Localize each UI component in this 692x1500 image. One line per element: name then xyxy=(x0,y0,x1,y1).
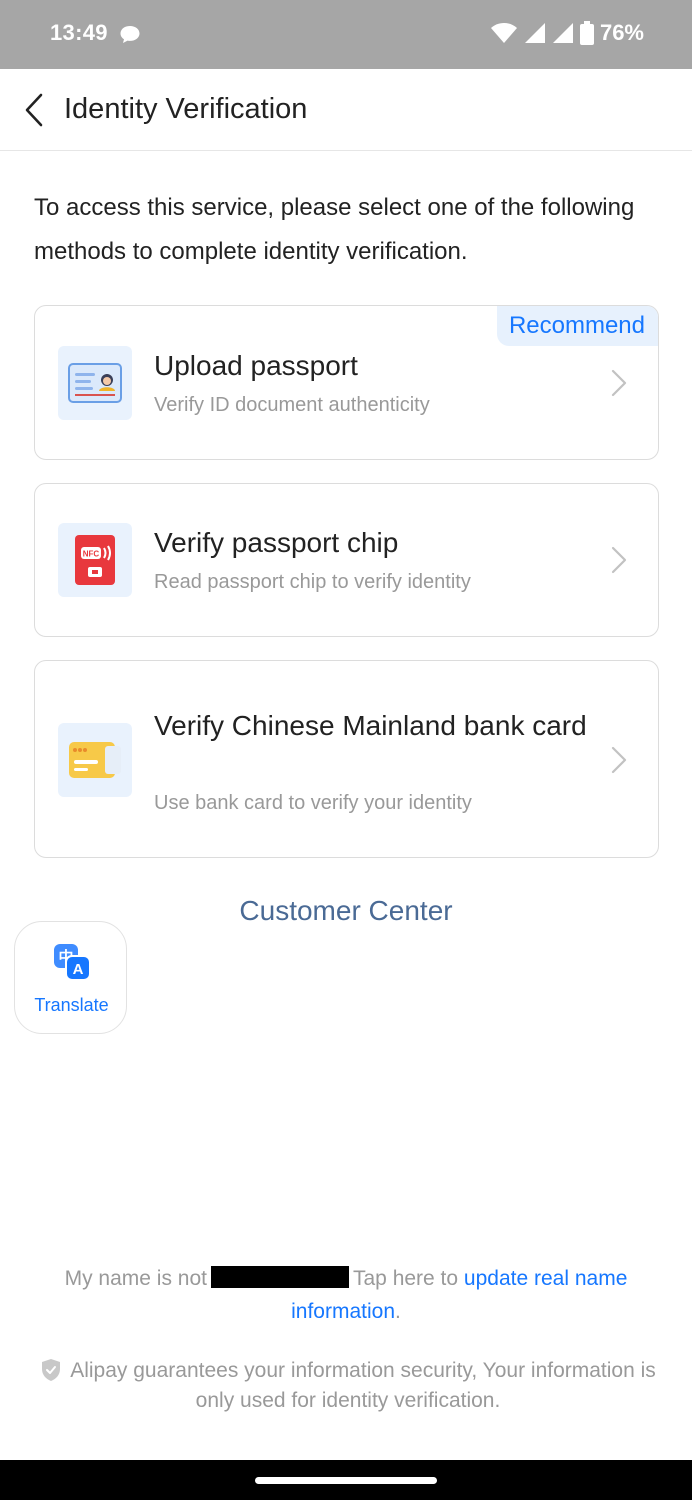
redacted-name xyxy=(211,1266,349,1288)
chevron-right-icon xyxy=(611,746,627,774)
chevron-left-icon xyxy=(25,93,43,127)
signal-icon xyxy=(524,23,545,43)
name-note-middle: Tap here to xyxy=(353,1267,459,1290)
id-card-icon xyxy=(58,346,132,420)
signal-icon xyxy=(552,23,573,43)
bank-card-icon xyxy=(58,723,132,797)
translate-icon: 中 A xyxy=(54,944,91,981)
intro-text: To access this service, please select on… xyxy=(34,194,635,265)
system-nav-bar xyxy=(0,1460,692,1500)
shield-check-icon xyxy=(42,1359,61,1381)
card-title: Verify passport chip xyxy=(154,527,399,558)
wifi-icon xyxy=(490,23,517,43)
recommend-badge: Recommend xyxy=(496,306,658,346)
card-title: Upload passport xyxy=(154,350,358,381)
translate-button[interactable]: 中 A Translate xyxy=(14,921,127,1034)
security-note: Alipay guarantees your information secur… xyxy=(24,1356,672,1416)
back-button[interactable] xyxy=(18,91,50,129)
translate-label: Translate xyxy=(34,995,109,1015)
name-note-suffix: . xyxy=(395,1300,401,1323)
name-note-prefix: My name is not xyxy=(64,1267,207,1290)
battery-icon xyxy=(579,21,594,45)
chevron-right-icon xyxy=(611,369,627,397)
app-header: Identity Verification xyxy=(0,69,692,151)
nfc-chip-icon: NFC xyxy=(58,523,132,597)
card-subtitle: Verify ID document authenticity xyxy=(154,394,430,416)
status-time: 13:49 xyxy=(50,20,108,45)
svg-text:A: A xyxy=(73,961,84,978)
method-card-upload-passport[interactable]: Recommend Upload passport Verify ID docu… xyxy=(34,305,659,460)
page-title: Identity Verification xyxy=(64,93,308,125)
svg-text:NFC: NFC xyxy=(83,550,100,559)
chat-bubble-icon xyxy=(120,26,140,43)
card-subtitle: Use bank card to verify your identity xyxy=(154,792,472,814)
security-note-text: Alipay guarantees your information secur… xyxy=(70,1359,656,1412)
status-right-group: 76% xyxy=(490,20,644,46)
card-subtitle: Read passport chip to verify identity xyxy=(154,571,471,593)
chevron-right-icon xyxy=(611,546,627,574)
name-note: My name is not Tap here to update real na… xyxy=(40,1262,652,1328)
battery-percentage: 76% xyxy=(599,20,644,45)
status-bar: 13:49 76% xyxy=(0,0,692,69)
card-title: Verify Chinese Mainland bank card xyxy=(154,710,587,741)
method-card-passport-chip[interactable]: NFC Verify passport chip Read passport c… xyxy=(34,483,659,637)
home-indicator[interactable] xyxy=(255,1477,437,1484)
method-card-bank-card[interactable]: Verify Chinese Mainland bank card Use ba… xyxy=(34,660,659,858)
